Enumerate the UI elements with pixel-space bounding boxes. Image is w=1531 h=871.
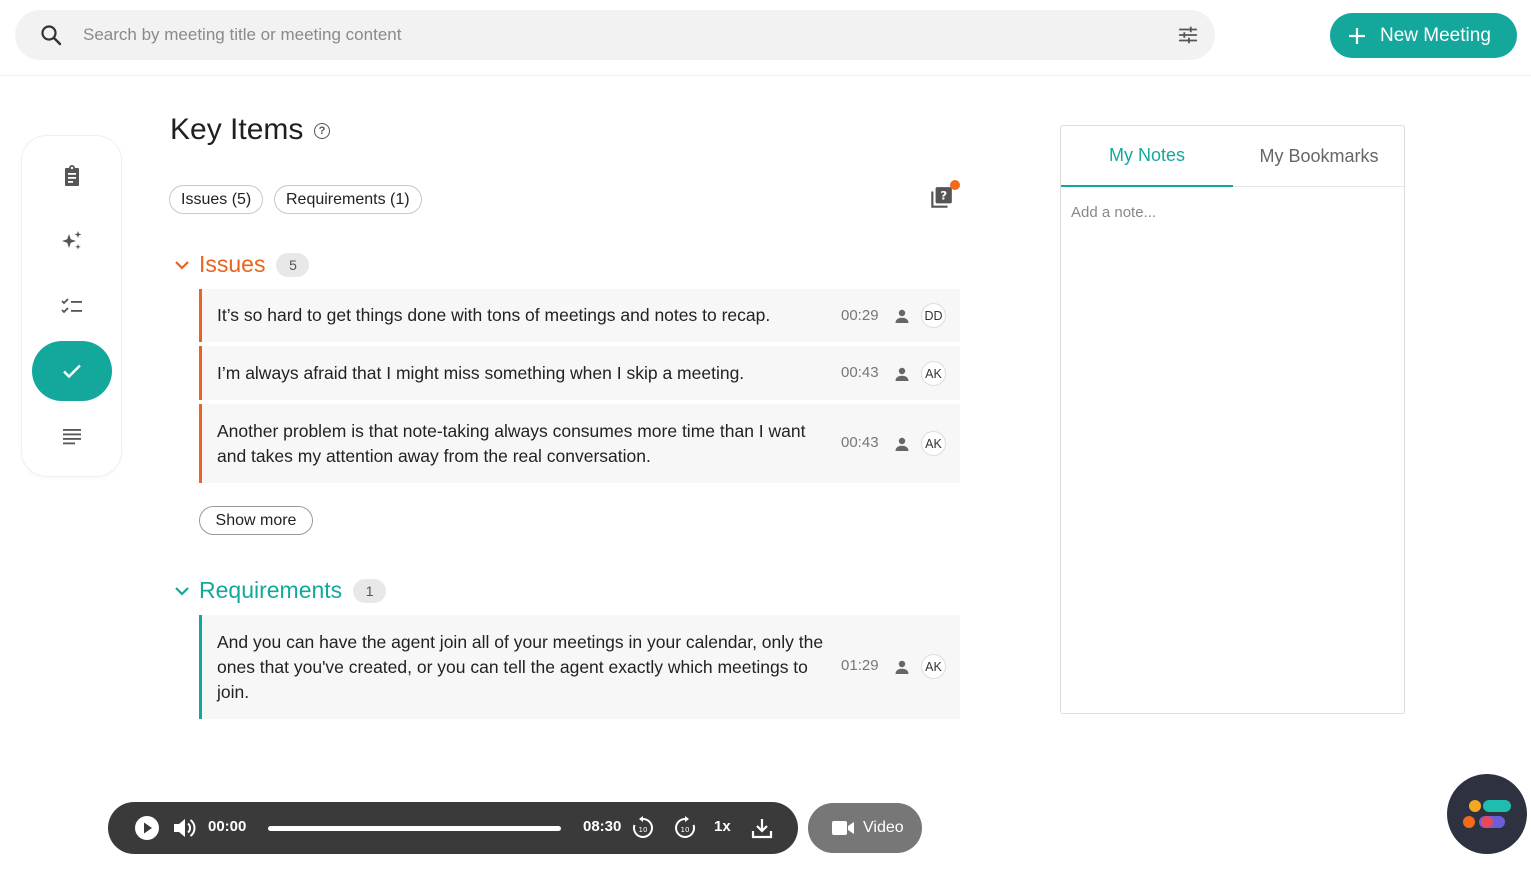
playback-speed[interactable]: 1x xyxy=(714,818,731,835)
issues-section-title: Issues xyxy=(199,251,266,277)
duration: 08:30 xyxy=(583,818,622,835)
sparkles-icon xyxy=(62,231,82,250)
requirement-timestamp[interactable]: 01:29 xyxy=(841,657,879,674)
sidebar-item-key-items[interactable] xyxy=(32,341,112,401)
filter-sliders-icon[interactable] xyxy=(1177,24,1199,46)
plus-icon xyxy=(1349,27,1365,44)
search-icon[interactable] xyxy=(39,23,63,47)
search-input[interactable] xyxy=(83,10,1143,60)
speaker-avatar[interactable]: AK xyxy=(921,431,946,456)
app-logo-button[interactable] xyxy=(1447,774,1527,854)
tab-my-notes[interactable]: My Notes xyxy=(1061,126,1233,187)
clipboard-icon xyxy=(65,165,79,186)
person-icon xyxy=(895,367,909,381)
person-icon xyxy=(895,437,909,451)
question-document-icon[interactable]: ? xyxy=(928,185,954,211)
text-lines-icon xyxy=(63,429,81,445)
filter-chip-requirements[interactable]: Requirements (1) xyxy=(274,185,422,214)
new-meeting-button[interactable]: New Meeting xyxy=(1330,13,1517,58)
sidebar-item-ai[interactable] xyxy=(32,211,112,271)
chevron-down-icon xyxy=(175,586,189,596)
issue-text: It’s so hard to get things done with ton… xyxy=(217,305,771,325)
sidebar-item-action-items[interactable] xyxy=(32,276,112,336)
sidebar-item-transcript[interactable] xyxy=(32,406,112,466)
checklist-icon xyxy=(61,298,82,314)
show-more-button[interactable]: Show more xyxy=(199,506,313,535)
download-icon[interactable] xyxy=(749,815,775,841)
sidebar xyxy=(21,135,122,477)
issue-item[interactable]: It’s so hard to get things done with ton… xyxy=(199,289,960,342)
issues-count-badge: 5 xyxy=(276,252,310,277)
requirements-section-title: Requirements xyxy=(199,577,343,603)
svg-text:?: ? xyxy=(940,189,947,203)
sidebar-item-summary[interactable] xyxy=(32,146,112,206)
note-input[interactable] xyxy=(1071,204,1391,221)
svg-text:10: 10 xyxy=(639,826,648,834)
notes-panel: My Notes My Bookmarks xyxy=(1060,125,1405,714)
forward-10-icon[interactable]: 10 xyxy=(672,815,698,841)
issue-timestamp[interactable]: 00:43 xyxy=(841,364,879,381)
issue-item[interactable]: Another problem is that note-taking alwa… xyxy=(199,404,960,483)
app-logo-icon xyxy=(1463,800,1511,828)
issue-text: Another problem is that note-taking alwa… xyxy=(217,421,806,466)
speaker-avatar[interactable]: AK xyxy=(921,361,946,386)
audio-player: 00:00 08:30 10 10 1x xyxy=(108,802,798,854)
video-label: Video xyxy=(863,819,904,836)
video-button[interactable]: Video xyxy=(808,803,922,853)
issues-section-header[interactable]: Issues 5 xyxy=(174,251,310,278)
chevron-down-icon xyxy=(175,260,189,270)
play-icon[interactable] xyxy=(134,815,160,841)
notes-tabs: My Notes My Bookmarks xyxy=(1061,126,1404,187)
top-bar: New Meeting xyxy=(0,0,1531,76)
rewind-10-icon[interactable]: 10 xyxy=(630,815,656,841)
video-camera-icon xyxy=(832,821,854,835)
help-icon[interactable]: ? xyxy=(314,123,330,139)
tab-my-bookmarks[interactable]: My Bookmarks xyxy=(1233,126,1405,187)
volume-icon[interactable] xyxy=(171,815,197,841)
issue-timestamp[interactable]: 00:29 xyxy=(841,307,879,324)
current-time: 00:00 xyxy=(208,818,247,835)
new-meeting-label: New Meeting xyxy=(1380,24,1491,46)
filter-chip-issues[interactable]: Issues (5) xyxy=(169,185,264,214)
issue-item[interactable]: I’m always afraid that I might miss some… xyxy=(199,346,960,400)
person-icon xyxy=(895,660,909,674)
person-icon xyxy=(895,309,909,323)
requirement-text: And you can have the agent join all of y… xyxy=(217,632,824,702)
requirements-count-badge: 1 xyxy=(353,578,387,603)
search-bar xyxy=(15,10,1215,60)
speaker-avatar[interactable]: AK xyxy=(921,654,946,679)
speaker-avatar[interactable]: DD xyxy=(921,303,946,328)
svg-text:10: 10 xyxy=(681,826,690,834)
check-icon xyxy=(63,364,81,379)
requirement-item[interactable]: And you can have the agent join all of y… xyxy=(199,615,960,719)
issue-text: I’m always afraid that I might miss some… xyxy=(217,363,745,383)
page-title: Key Items xyxy=(170,113,304,146)
issue-timestamp[interactable]: 00:43 xyxy=(841,434,879,451)
notification-dot xyxy=(950,180,960,190)
requirements-section-header[interactable]: Requirements 1 xyxy=(174,577,387,604)
progress-bar[interactable] xyxy=(268,826,561,831)
